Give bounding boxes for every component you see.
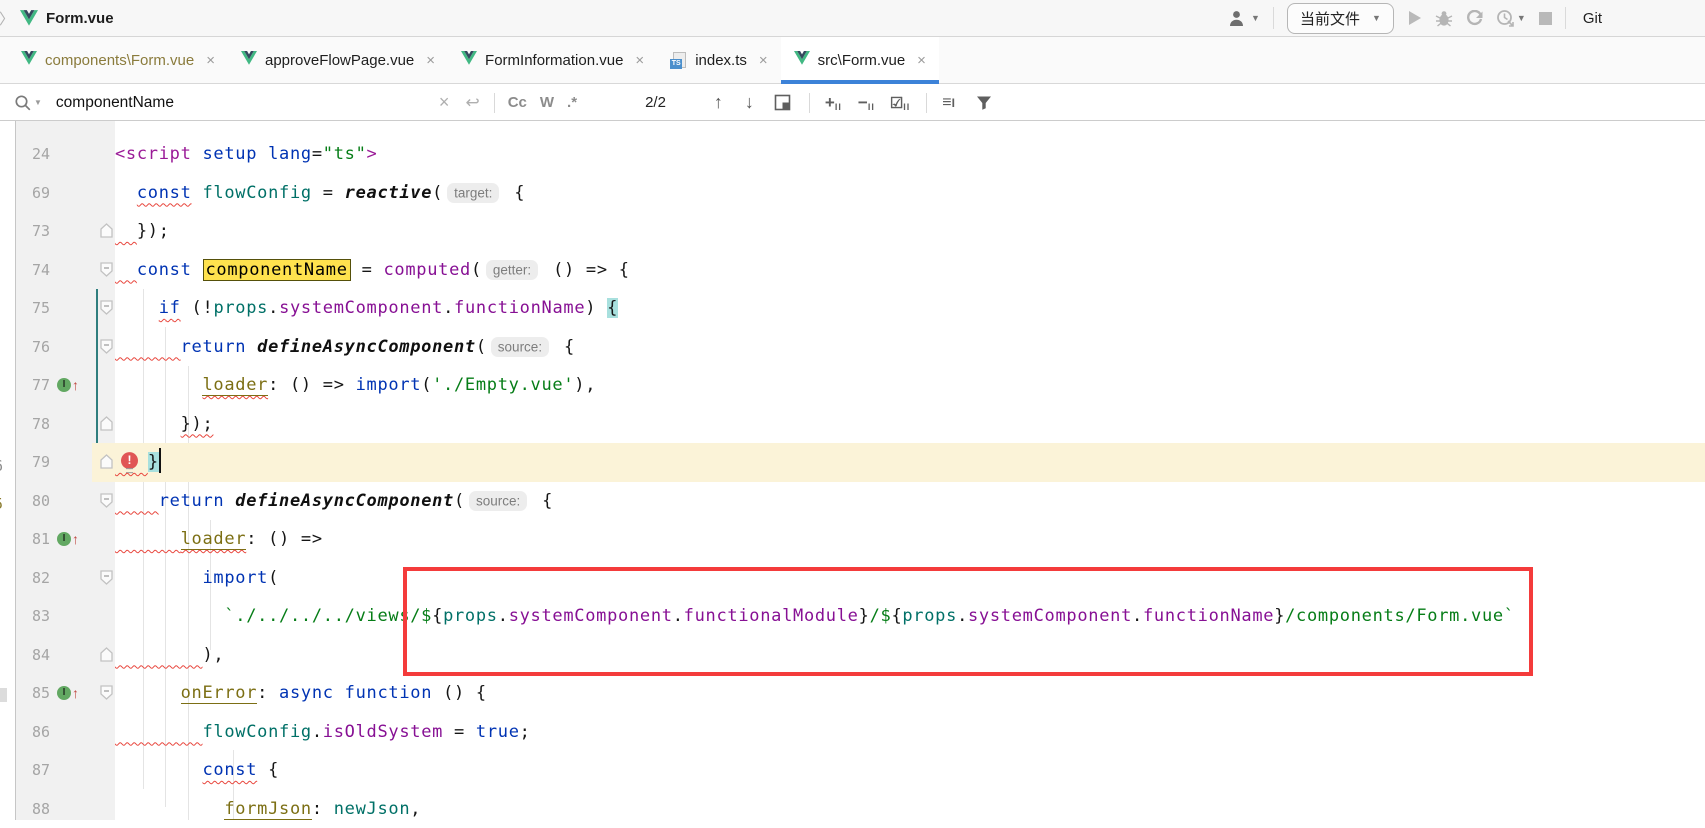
fold-marker-icon[interactable] — [99, 646, 115, 663]
line-number: 84 — [0, 636, 50, 675]
fold-marker-icon[interactable] — [99, 261, 115, 278]
code-text: return defineAsyncComponent(source: { — [115, 482, 553, 522]
line-number: 82 — [0, 559, 50, 598]
fold-marker-icon[interactable] — [99, 415, 115, 432]
code-text: } — [115, 443, 161, 482]
code-text: const flowConfig = reactive(target: { — [115, 174, 525, 214]
line-number: 80 — [0, 482, 50, 521]
code-line-73[interactable]: 73 }); — [0, 212, 1705, 251]
code-text: loader: () => — [115, 520, 323, 559]
code-line-69[interactable]: 69 const flowConfig = reactive(target: { — [0, 174, 1705, 213]
line-number: 85 — [0, 674, 50, 713]
fold-marker-icon[interactable] — [99, 223, 115, 240]
code-text: if (!props.systemComponent.functionName)… — [115, 289, 618, 328]
code-text: return defineAsyncComponent(source: { — [115, 328, 575, 368]
line-number: 79 — [0, 443, 50, 482]
line-number: 87 — [0, 751, 50, 790]
code-line-80[interactable]: 80 return defineAsyncComponent(source: { — [0, 482, 1705, 521]
code-text: import( — [115, 559, 279, 598]
search-match-highlight: componentName — [203, 259, 351, 281]
red-annotation-rectangle — [403, 567, 1533, 676]
code-line-24[interactable]: 24 <script setup lang="ts"> — [0, 135, 1705, 174]
fold-marker-icon[interactable] — [99, 492, 115, 509]
code-text: <script setup lang="ts"> — [115, 135, 377, 174]
code-line-85[interactable]: 85 I↑ onError: async function () { — [0, 674, 1705, 713]
line-number: 69 — [0, 174, 50, 213]
code-text: formJson: newJson, — [115, 790, 421, 828]
code-line-86[interactable]: 86 flowConfig.isOldSystem = true; — [0, 713, 1705, 752]
line-number: 74 — [0, 251, 50, 290]
text-caret — [159, 448, 161, 473]
code-line-74[interactable]: 74 const componentName = computed(getter… — [0, 251, 1705, 290]
code-text: ), — [115, 636, 224, 675]
implements-member-gutter-icon[interactable]: I↑ — [57, 685, 79, 701]
fold-marker-icon[interactable] — [99, 569, 115, 586]
line-number: 83 — [0, 597, 50, 636]
code-text: }); — [115, 212, 170, 251]
fold-marker-icon[interactable] — [99, 685, 115, 702]
line-number: 73 — [0, 212, 50, 251]
line-number: 24 — [0, 135, 50, 174]
code-text: loader: () => import('./Empty.vue'), — [115, 366, 596, 405]
code-line-79[interactable]: 79! } — [0, 443, 1705, 482]
code-line-76[interactable]: 76 return defineAsyncComponent(source: { — [0, 328, 1705, 367]
line-number: 75 — [0, 289, 50, 328]
code-line-87[interactable]: 87 const { — [0, 751, 1705, 790]
code-text: const { — [115, 751, 279, 790]
code-text: onError: async function () { — [115, 674, 487, 713]
code-line-81[interactable]: 81 I↑ loader: () => — [0, 520, 1705, 559]
fold-marker-icon[interactable] — [99, 338, 115, 355]
line-number: 88 — [0, 790, 50, 828]
line-number: 76 — [0, 328, 50, 367]
line-number: 77 — [0, 366, 50, 405]
implements-member-gutter-icon[interactable]: I↑ — [57, 531, 79, 547]
implements-member-gutter-icon[interactable]: I↑ — [57, 377, 79, 393]
code-line-77[interactable]: 77 I↑ loader: () => import('./Empty.vue')… — [0, 366, 1705, 405]
line-number: 78 — [0, 405, 50, 444]
fold-marker-icon[interactable] — [99, 454, 115, 471]
fold-marker-icon[interactable] — [99, 300, 115, 317]
line-number: 86 — [0, 713, 50, 752]
code-editor[interactable]: 24<script setup lang="ts">69 const flowC… — [0, 0, 1705, 820]
code-line-75[interactable]: 75 if (!props.systemComponent.functionNa… — [0, 289, 1705, 328]
code-line-78[interactable]: 78 }); — [0, 405, 1705, 444]
code-text: flowConfig.isOldSystem = true; — [115, 713, 531, 752]
code-line-88[interactable]: 88 formJson: newJson, — [0, 790, 1705, 828]
code-text: }); — [115, 405, 213, 444]
code-text: const componentName = computed(getter: (… — [115, 251, 630, 291]
line-number: 81 — [0, 520, 50, 559]
